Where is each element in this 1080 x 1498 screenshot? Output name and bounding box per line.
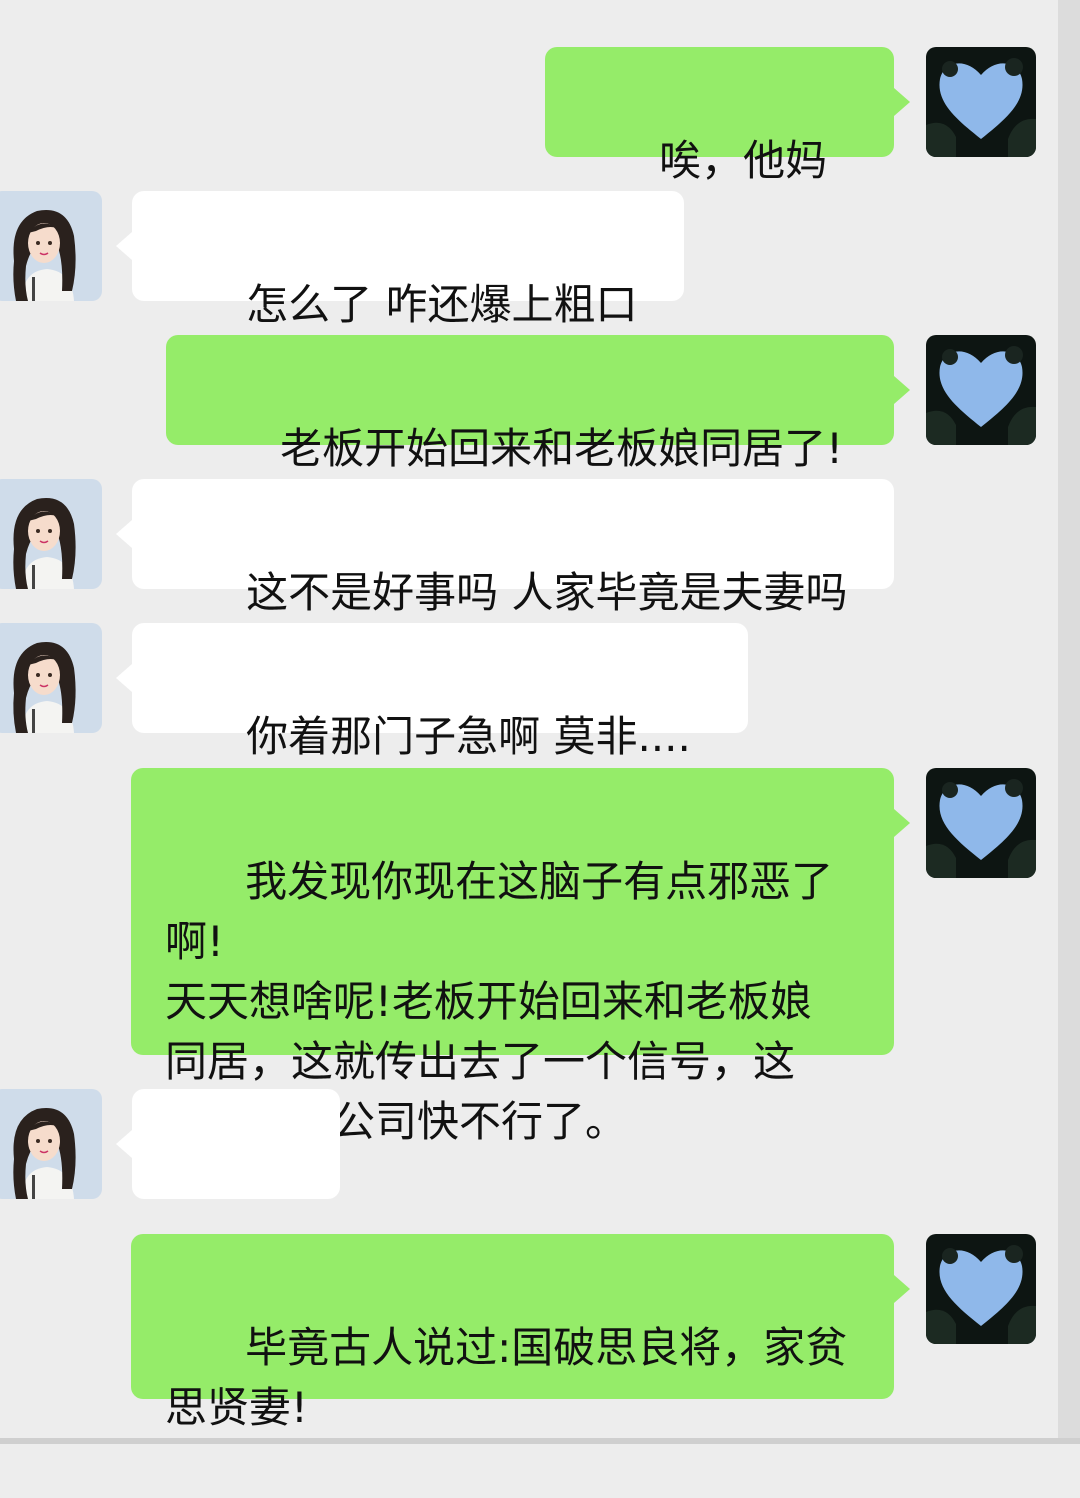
message-bubble[interactable]: 毕竟古人说过:国破思良将，家贫 思贤妻! (131, 1234, 894, 1432)
message-bubble[interactable]: 这不是好事吗 人家毕竟是夫妻吗 (132, 479, 894, 617)
message-text: 你着那门子急啊 莫非.... (246, 712, 691, 761)
bubble-tail (116, 1130, 132, 1158)
bubble-tail (116, 664, 132, 692)
girl-avatar[interactable] (0, 479, 102, 589)
chat-window: 唉，他妈的! 怎么了 咋还爆上粗口了 老板开始回来和老板娘同居了! (0, 0, 1080, 1444)
bubble-tail (894, 809, 910, 837)
screen-edge (0, 1438, 1080, 1444)
message-bubble[interactable]: 你着那门子急啊 莫非.... (132, 623, 748, 733)
heart-sky-avatar[interactable] (926, 335, 1036, 445)
bubble-tail (894, 1275, 910, 1303)
girl-avatar[interactable] (0, 623, 102, 733)
screen-edge (1058, 0, 1080, 1444)
message-text: 毕竟古人说过:国破思良将，家贫 思贤妻! (165, 1323, 848, 1432)
bubble-tail (116, 232, 132, 260)
message-text: 老板开始回来和老板娘同居了! (280, 424, 843, 473)
message-bubble[interactable]: 怎么了 咋还爆上粗口了 (132, 191, 684, 389)
bubble-tail (116, 520, 132, 548)
heart-sky-avatar[interactable] (926, 47, 1036, 157)
message-bubble[interactable]: 老板开始回来和老板娘同居了! (166, 335, 894, 473)
message-bubble[interactable]: ！！！ (132, 1089, 340, 1287)
girl-avatar[interactable] (0, 1089, 102, 1199)
heart-sky-avatar[interactable] (926, 768, 1036, 878)
girl-avatar[interactable] (0, 191, 102, 301)
message-bubble[interactable]: 唉，他妈的! (545, 47, 894, 245)
message-text: 这不是好事吗 人家毕竟是夫妻吗 (246, 568, 848, 617)
heart-sky-avatar[interactable] (926, 1234, 1036, 1344)
message-bubble[interactable]: 我发现你现在这脑子有点邪恶了啊! 天天想啥呢!老板开始回来和老板娘 同居，这就传… (131, 768, 894, 1146)
bubble-tail (894, 88, 910, 116)
bubble-tail (894, 376, 910, 404)
